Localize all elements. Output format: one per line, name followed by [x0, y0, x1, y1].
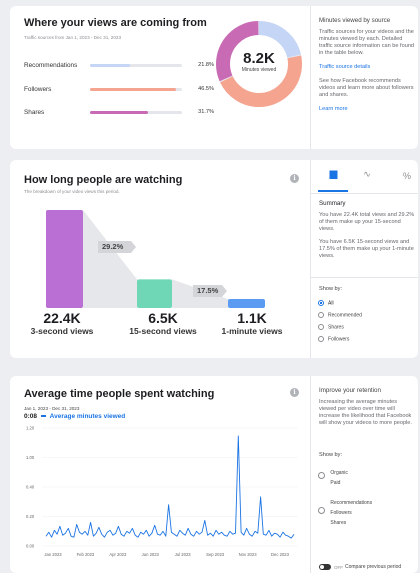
- sources-sidebar: Minutes viewed by source Traffic sources…: [319, 17, 415, 113]
- source-row-shares: Shares 31.7%: [24, 108, 214, 118]
- card-divider: [310, 376, 311, 573]
- sidebar-divider: [310, 277, 418, 278]
- radio-label: Followers: [328, 336, 350, 343]
- radio-label: Shares: [328, 324, 344, 331]
- source-row-recommendations: Recommendations 21.8%: [24, 61, 214, 71]
- source-bar-fill: [90, 88, 176, 91]
- show-by-label: Show by:: [319, 452, 343, 458]
- donut-value: 8.2K: [243, 50, 275, 67]
- funnel-bar: [46, 210, 83, 308]
- summary-text-2: You have 6.5K 15-second views and 17.5% …: [319, 239, 414, 259]
- source-percent: 21.8%: [198, 62, 214, 68]
- radio-recommended[interactable]: Recommended: [318, 312, 362, 318]
- radio-rec-followers-shares[interactable]: Recommendations Followers Shares: [318, 498, 372, 528]
- stat-label: 15-second views: [129, 326, 197, 336]
- radio-label-recommendations: Recommendations: [330, 500, 373, 506]
- radio-shares[interactable]: Shares: [318, 324, 344, 330]
- card-divider: [310, 6, 311, 149]
- stat-value: 22.4K: [43, 310, 81, 326]
- radio-icon: [318, 472, 325, 479]
- radio-label-organic: Organic: [330, 470, 348, 476]
- stat-value: 1.1K: [237, 310, 267, 326]
- traffic-source-details-link[interactable]: Traffic source details: [319, 64, 415, 71]
- radio-organic-paid[interactable]: Organic Paid: [318, 468, 348, 488]
- retention-percent-15s: 29.2%: [102, 242, 124, 251]
- radio-label-shares: Shares: [330, 520, 347, 526]
- source-label: Followers: [24, 86, 52, 93]
- source-label: Recommendations: [24, 62, 78, 69]
- sources-subtitle: Traffic sources from Jan 1, 2023 - Dec 3…: [24, 35, 122, 40]
- source-percent: 46.5%: [198, 86, 214, 92]
- retention-heading: Improve your retention: [319, 387, 381, 394]
- radio-label: All: [328, 300, 334, 307]
- stat-15-second-views: 6.5K 15-second views: [113, 310, 213, 336]
- tab-bar-chart[interactable]: ▐█▌: [318, 172, 348, 192]
- compare-toggle[interactable]: [319, 564, 331, 570]
- source-percent: 31.7%: [198, 109, 214, 115]
- funnel-bar: [137, 279, 172, 308]
- sources-title: Where your views are coming from: [24, 17, 207, 29]
- source-label: Shares: [24, 109, 45, 116]
- x-tick-label: Apr 2023: [109, 552, 127, 557]
- radio-icon: [318, 507, 325, 514]
- show-by-label: Show by:: [319, 286, 343, 292]
- y-tick-label: 0.40: [26, 485, 35, 490]
- source-bar-fill: [90, 64, 131, 67]
- summary-heading: Summary: [319, 200, 346, 207]
- y-tick-label: 0.20: [26, 514, 35, 519]
- watch-duration-card: How long people are watching The breakdo…: [10, 160, 418, 358]
- y-tick-label: 1.20: [26, 426, 35, 431]
- summary-text-1: You have 22.4K total views and 29.2% of …: [319, 212, 415, 232]
- source-row-followers: Followers 46.5%: [24, 85, 214, 95]
- retention-text: Increasing the average minutes viewed pe…: [319, 399, 412, 426]
- average-minutes-line-chart: 1.20 1.00 0.40 0.20 0.00 Jan 2023 Feb 2023 Apr …: [26, 426, 298, 557]
- x-tick-label: Jul 2023: [175, 552, 192, 557]
- radio-label-paid: Paid: [330, 480, 341, 486]
- stat-label: 1-minute views: [221, 326, 283, 336]
- funnel-connector: [83, 210, 137, 308]
- compare-previous-label: Compare previous period: [345, 564, 402, 570]
- source-bar-track: [90, 88, 182, 91]
- sidebar-heading: Minutes viewed by source: [319, 17, 391, 24]
- stat-value: 6.5K: [148, 310, 178, 326]
- radio-all[interactable]: All: [318, 300, 334, 306]
- traffic-sources-card: Where your views are coming from Traffic…: [10, 6, 418, 149]
- source-bar-track: [90, 64, 182, 67]
- radio-icon: [318, 336, 324, 342]
- stat-1-minute-views: 1.1K 1-minute views: [202, 310, 302, 336]
- sidebar-text: Traffic sources for your videos and the …: [319, 29, 415, 56]
- radio-icon: [318, 312, 324, 318]
- donut-label: Minutes viewed: [241, 67, 277, 73]
- x-tick-label: Dec 2023: [271, 552, 290, 557]
- tab-percent[interactable]: %: [392, 171, 418, 181]
- sidebar-text-2: See how Facebook recommends videos and l…: [319, 78, 414, 98]
- radio-label: Recommended: [328, 312, 362, 319]
- watching-sidebar: Summary You have 22.4K total views and 2…: [319, 200, 415, 260]
- funnel-bar: [228, 299, 265, 308]
- source-bar-fill: [90, 111, 149, 114]
- radio-selected-icon: [318, 300, 324, 306]
- x-tick-label: Jan 2023: [44, 552, 62, 557]
- chart-type-tabs: ▐█▌ ∿ %: [310, 160, 418, 194]
- y-tick-label: 0.00: [26, 544, 35, 549]
- radio-icon: [318, 324, 324, 330]
- source-bar-track: [90, 111, 182, 114]
- radio-label-followers: Followers: [330, 510, 352, 516]
- toggle-state: OFF: [334, 565, 343, 570]
- retention-percent-1min: 17.5%: [197, 286, 219, 295]
- x-tick-label: Jun 2023: [142, 552, 160, 557]
- x-tick-label: Feb 2023: [77, 552, 95, 557]
- tab-line-chart[interactable]: ∿: [352, 169, 382, 180]
- learn-more-link[interactable]: Learn more: [319, 106, 415, 113]
- stat-label: 3-second views: [30, 326, 94, 336]
- donut-center: 8.2K Minutes viewed: [229, 50, 289, 73]
- retention-sidebar: Improve your retention Increasing the av…: [319, 387, 415, 427]
- x-tick-label: Sep 2023: [206, 552, 225, 557]
- radio-followers[interactable]: Followers: [318, 336, 349, 342]
- y-tick-label: 1.00: [26, 455, 35, 460]
- x-tick-label: Nov 2023: [239, 552, 258, 557]
- average-time-card: Average time people spent watching i Jan…: [10, 376, 418, 573]
- stat-3-second-views: 22.4K 3-second views: [12, 310, 112, 336]
